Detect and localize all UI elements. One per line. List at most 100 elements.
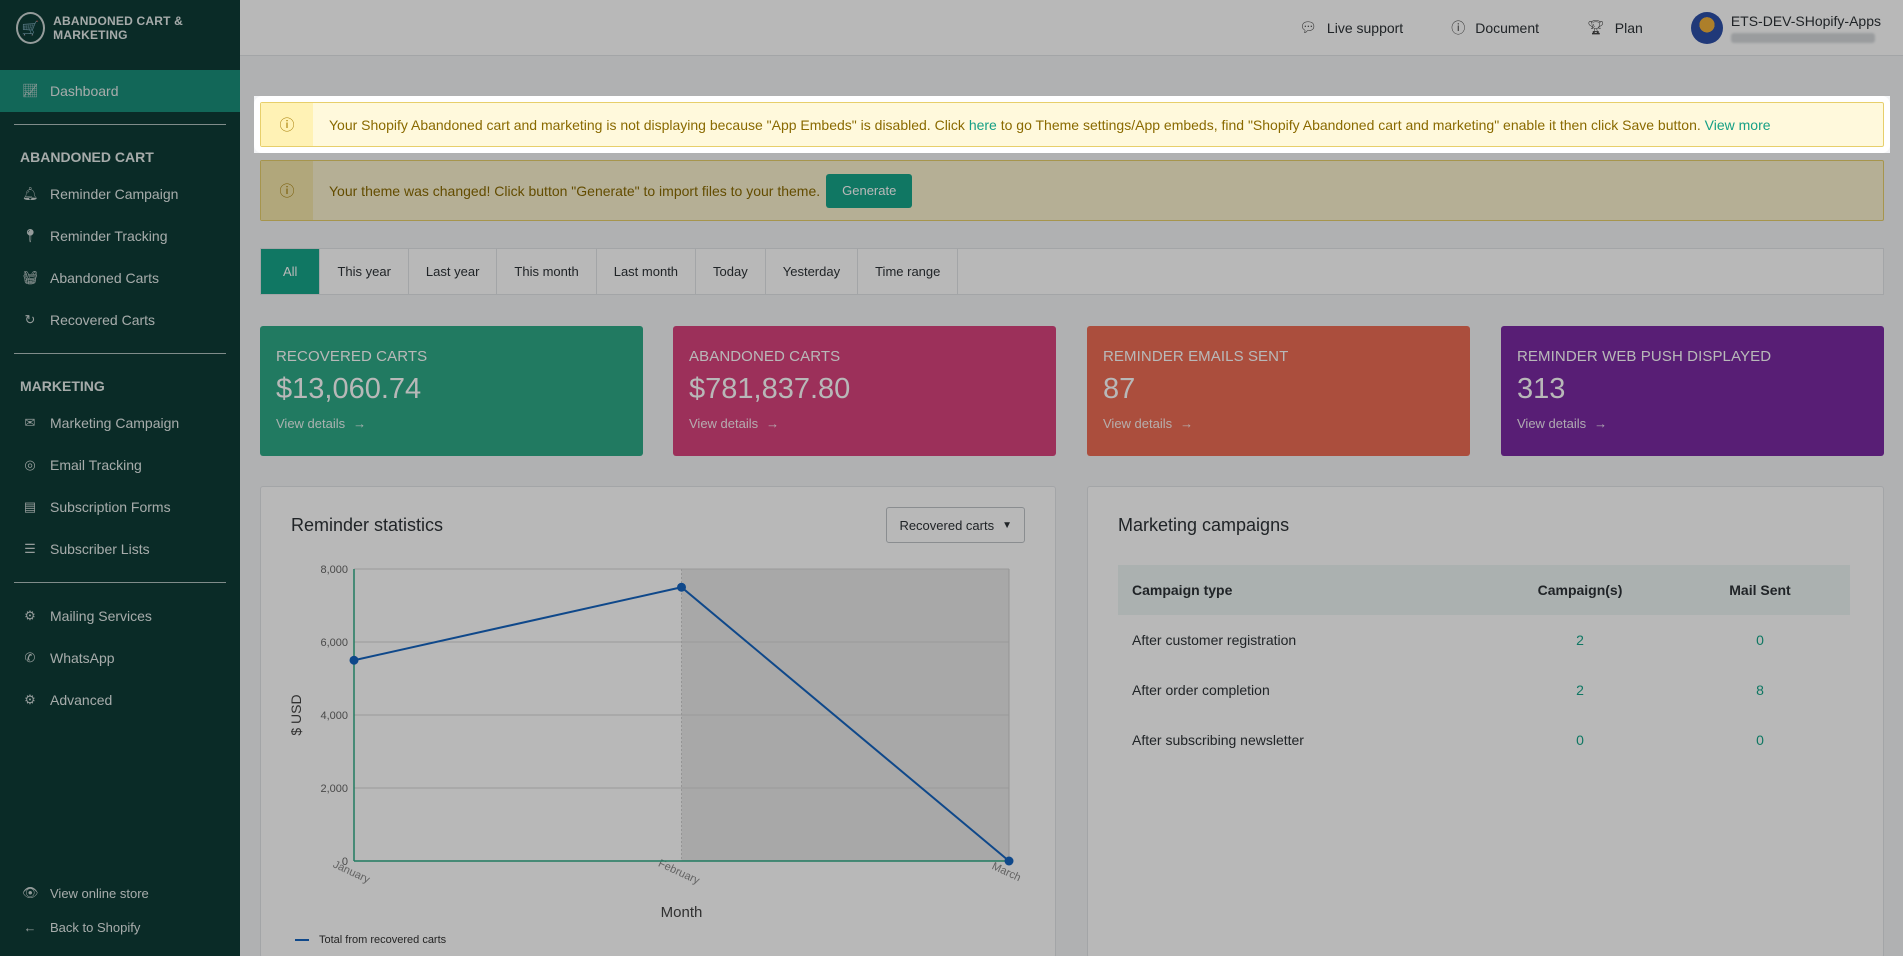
gears-icon: ⚙ [24, 692, 36, 707]
view-details-link[interactable]: View details → [1517, 416, 1607, 431]
generate-button[interactable]: Generate [826, 173, 913, 208]
sidebar-item-subscriber-lists[interactable]: ☰ Subscriber Lists [0, 528, 240, 570]
sidebar-item-label: Subscription Forms [50, 499, 171, 515]
brand-title: Abandoned cart & Marketing [53, 14, 184, 42]
user-menu[interactable]: ETS-DEV-SHopify-Apps [1690, 11, 1881, 44]
sidebar-item-label: Marketing Campaign [50, 415, 180, 431]
refresh-icon: ↻ [24, 312, 36, 327]
x-tick-label: January [331, 859, 372, 887]
x-tick-label: February [656, 858, 701, 888]
sidebar-bottom: 👁︎ View online store ← Back to Shopify [0, 876, 240, 956]
arrow-right-icon: → [1180, 416, 1194, 431]
document-label: Document [1475, 19, 1540, 36]
app-embeds-alert-text: Your Shopify Abandoned cart and marketin… [313, 117, 1771, 133]
user-info: ETS-DEV-SHopify-Apps [1730, 13, 1881, 43]
brand[interactable]: 🛒 Abandoned cart & Marketing [0, 0, 240, 56]
legend-label: Total from recovered carts [319, 934, 447, 946]
arrow-right-icon: → [353, 416, 367, 431]
sidebar-item-label: View online store [50, 885, 149, 901]
sidebar-item-label: WhatsApp [50, 650, 115, 666]
sidebar-item-label: Email Tracking [50, 457, 142, 473]
column-header: Mail Sent [1670, 565, 1850, 615]
alert-text-part: Your Shopify Abandoned cart and marketin… [329, 116, 969, 133]
sidebar-item-reminder-campaign[interactable]: 🔔︎ Reminder Campaign [0, 173, 240, 215]
map-pin-icon: 📍︎ [22, 228, 39, 243]
sidebar-item-label: Mailing Services [50, 608, 152, 624]
warning-icon: ⓘ [261, 161, 313, 220]
reminder-emails-card: REMINDER EMAILS SENT 87 View details → [1087, 326, 1470, 456]
divider [14, 582, 226, 583]
view-details-link[interactable]: View details → [1103, 416, 1193, 431]
whatsapp-icon: ✆ [24, 650, 36, 665]
here-link[interactable]: here [969, 117, 997, 133]
marketing-campaigns-panel: Marketing campaigns Campaign type Campai… [1087, 486, 1884, 956]
tab-all[interactable]: All [261, 249, 321, 294]
tab-today[interactable]: Today [696, 249, 766, 294]
back-to-shopify-link[interactable]: ← Back to Shopify [0, 910, 240, 944]
sidebar-item-marketing-campaign[interactable]: ✉ Marketing Campaign [0, 402, 240, 444]
sidebar-item-label: Reminder Campaign [50, 186, 179, 202]
live-support-label: Live support [1326, 19, 1404, 36]
sidebar-heading-marketing: MARKETING [20, 378, 105, 394]
list-icon: ☰ [24, 541, 36, 556]
warning-icon: ⓘ [261, 103, 313, 146]
campaign-count[interactable]: 2 [1490, 615, 1670, 665]
tab-this-month[interactable]: This month [497, 249, 597, 294]
tab-time-range[interactable]: Time range [858, 249, 959, 294]
divider [14, 353, 226, 354]
sidebar-item-recovered-carts[interactable]: ↻ Recovered Carts [0, 299, 240, 341]
arrow-right-icon: → [1594, 416, 1608, 431]
eye-icon: 👁︎ [22, 885, 39, 900]
document-link[interactable]: ⓘ Document [1451, 18, 1539, 38]
view-details-link[interactable]: View details → [276, 416, 366, 431]
mail-sent-count[interactable]: 0 [1670, 615, 1850, 665]
bell-icon: 🔔︎ [22, 186, 39, 201]
tab-last-year[interactable]: Last year [409, 249, 498, 294]
column-header: Campaign type [1118, 565, 1490, 615]
card-title: RECOVERED CARTS [276, 348, 428, 365]
plan-label: Plan [1614, 19, 1643, 36]
sidebar-item-abandoned-carts[interactable]: 🧺︎ Abandoned Carts [0, 257, 240, 299]
sidebar-item-email-tracking[interactable]: ◎ Email Tracking [0, 444, 240, 486]
y-tick-label: 2,000 [320, 783, 348, 795]
basket-icon: 🧺︎ [22, 270, 39, 285]
tab-last-month[interactable]: Last month [597, 249, 697, 294]
mail-sent-count[interactable]: 8 [1670, 665, 1850, 715]
sidebar-item-reminder-tracking[interactable]: 📍︎ Reminder Tracking [0, 215, 240, 257]
data-point [677, 582, 686, 592]
live-support-link[interactable]: 💬︎ Live support [1299, 19, 1403, 36]
data-point [1004, 856, 1014, 866]
tab-this-year[interactable]: This year [320, 249, 409, 294]
card-title: REMINDER WEB PUSH DISPLAYED [1517, 348, 1772, 365]
view-details-label: View details [1517, 416, 1587, 431]
sidebar-item-advanced[interactable]: ⚙ Advanced [0, 679, 240, 721]
campaign-count[interactable]: 2 [1490, 665, 1670, 715]
user-email-redacted [1730, 32, 1875, 43]
y-tick-label: 6,000 [320, 637, 348, 649]
view-more-link[interactable]: View more [1705, 117, 1771, 133]
mail-sent-count[interactable]: 0 [1670, 715, 1850, 765]
sidebar-item-label: Advanced [50, 692, 113, 708]
recovered-carts-card: RECOVERED CARTS $13,060.74 View details → [260, 326, 643, 456]
tab-yesterday[interactable]: Yesterday [766, 249, 859, 294]
sidebar-item-dashboard[interactable]: 📈︎ Dashboard [0, 70, 240, 112]
alert-text-part: to go Theme settings/App embeds, find "S… [996, 116, 1705, 133]
plan-link[interactable]: 🏆︎ Plan [1587, 19, 1643, 36]
view-online-store-link[interactable]: 👁︎ View online store [0, 876, 240, 910]
campaigns-table: Campaign type Campaign(s) Mail Sent Afte… [1118, 565, 1850, 765]
sidebar-item-subscription-forms[interactable]: ▤ Subscription Forms [0, 486, 240, 528]
sidebar-item-mailing-services[interactable]: ⚙ Mailing Services [0, 595, 240, 637]
y-axis-label: $ USD [288, 694, 304, 735]
column-header: Campaign(s) [1490, 565, 1670, 615]
campaign-count[interactable]: 0 [1490, 715, 1670, 765]
y-tick-label: 4,000 [320, 710, 348, 722]
card-title: ABANDONED CARTS [689, 348, 841, 365]
card-value: 313 [1517, 373, 1566, 405]
web-push-card: REMINDER WEB PUSH DISPLAYED 313 View det… [1501, 326, 1884, 456]
chat-icon: 💬︎ [1299, 19, 1317, 35]
target-icon: ◎ [24, 457, 36, 472]
table-row: After order completion 2 8 [1118, 665, 1850, 715]
overlay-right [1890, 96, 1903, 153]
view-details-link[interactable]: View details → [689, 416, 779, 431]
sidebar-item-whatsapp[interactable]: ✆ WhatsApp [0, 637, 240, 679]
